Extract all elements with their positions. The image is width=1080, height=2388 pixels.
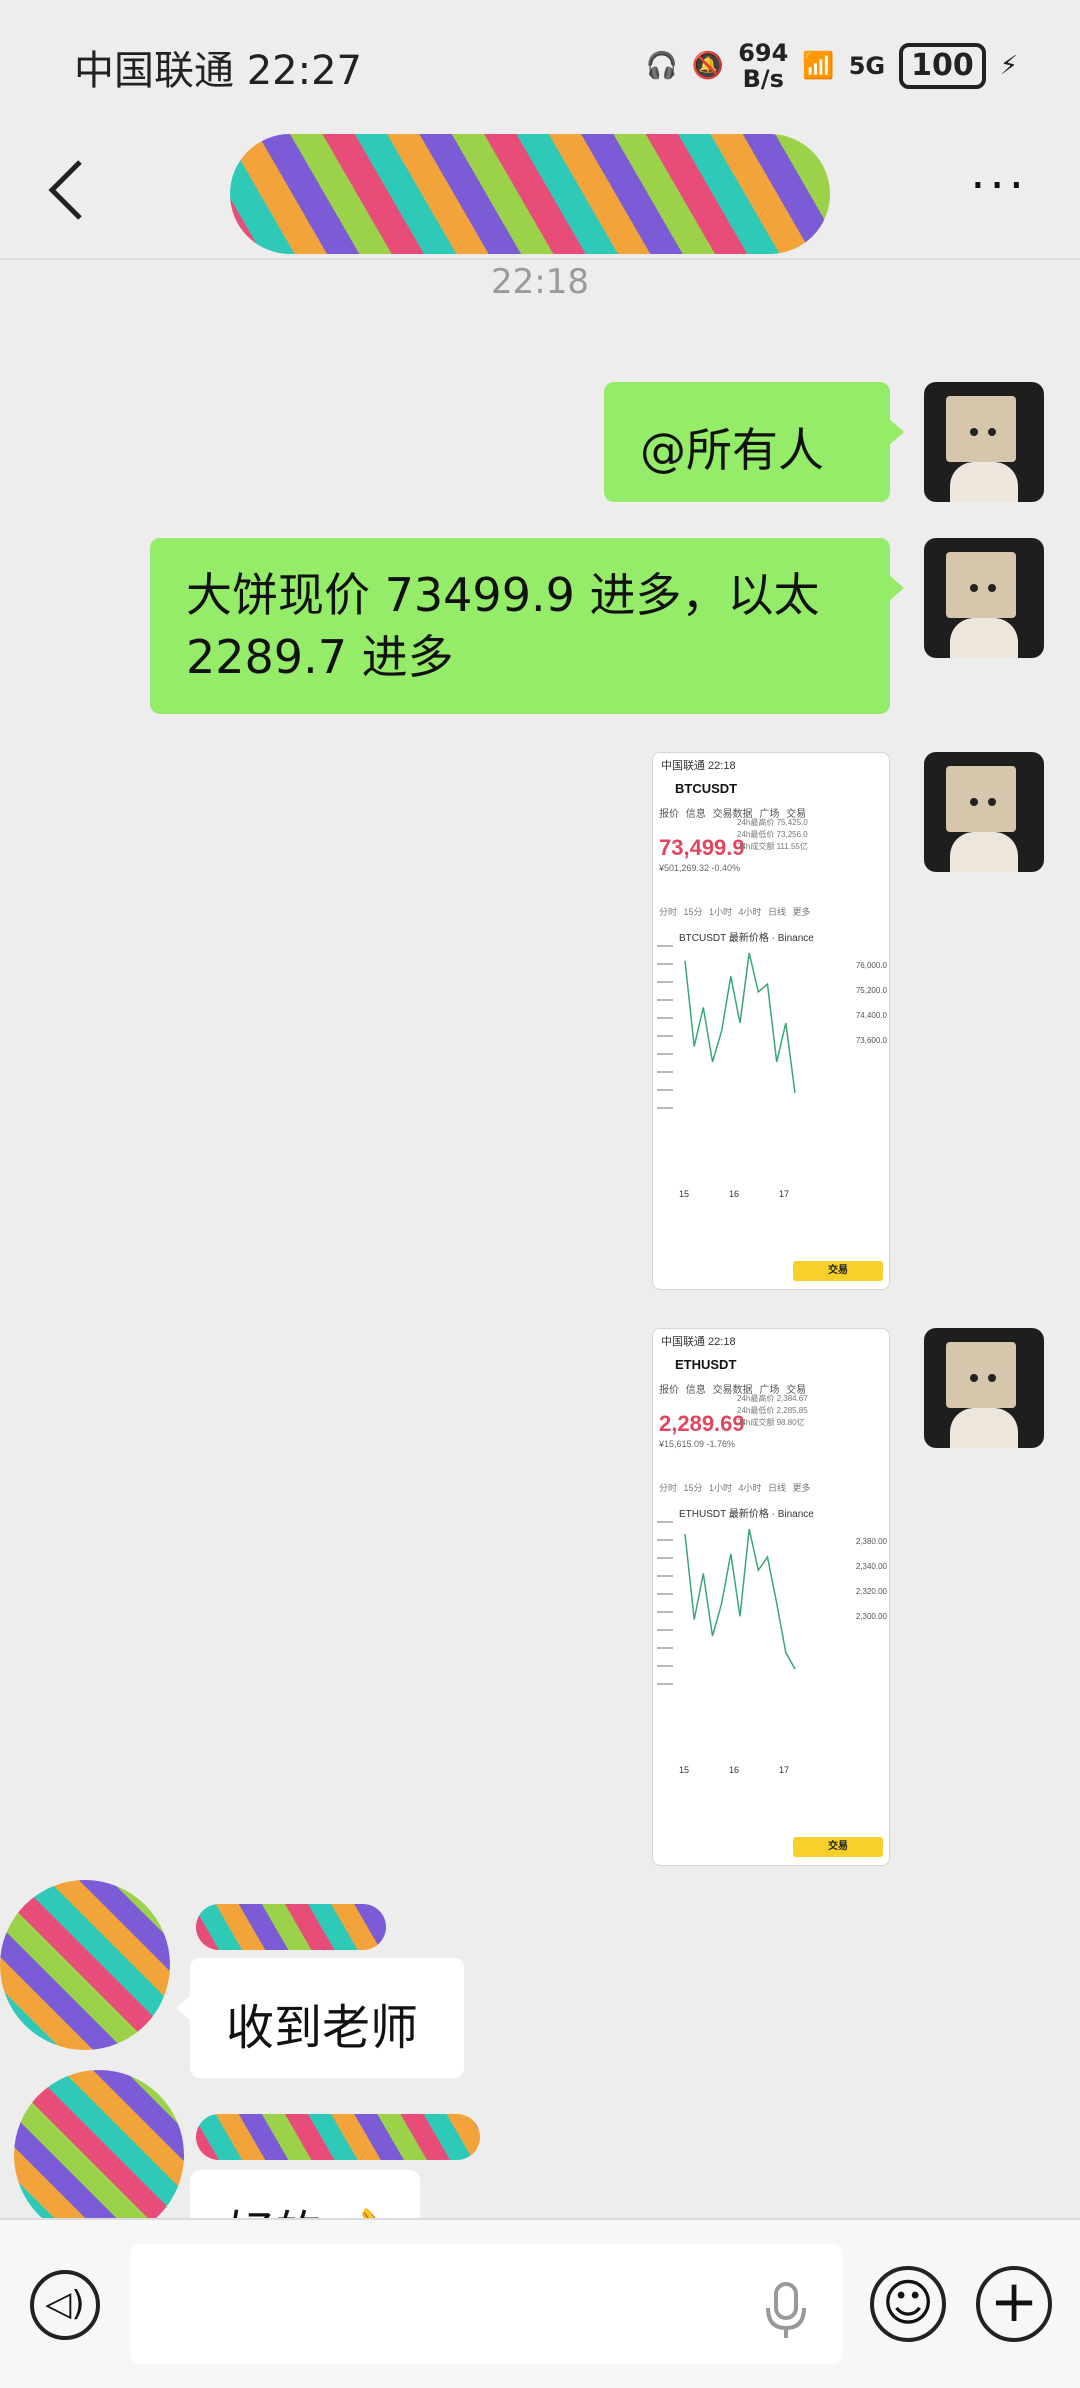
- my-avatar[interactable]: [924, 382, 1044, 502]
- price-chart: [684, 1528, 796, 1670]
- message-text: @所有人: [640, 423, 824, 477]
- status-icons: 🎧 🔕 694 B/s 📶 5G 100 ⚡: [645, 40, 1018, 92]
- input-bar: ◁) ☺ +: [0, 2218, 1080, 2388]
- emoji-icon[interactable]: ☺: [870, 2266, 946, 2342]
- wifi-icon: 📶: [802, 51, 835, 81]
- outgoing-message[interactable]: 大饼现价 73499.9 进多，以太 2289.7 进多: [150, 538, 904, 714]
- price-line: [684, 1528, 796, 1670]
- price-line: [684, 952, 796, 1094]
- message-text: 大饼现价 73499.9 进多，以太 2289.7 进多: [186, 568, 820, 684]
- network-speed: 694 B/s: [738, 39, 789, 93]
- microphone-icon[interactable]: [762, 2280, 810, 2340]
- image-message-btc[interactable]: 中国联通 22:18 BTCUSDT 报价 信息 交易数据 广场 交易 73,4…: [652, 752, 890, 1290]
- chart-title: ETHUSDT 最新价格 · Binance: [679, 1509, 814, 1520]
- my-avatar[interactable]: [924, 752, 1044, 872]
- voice-input-icon[interactable]: ◁): [30, 2270, 100, 2340]
- image-message-eth[interactable]: 中国联通 22:18 ETHUSDT 报价 信息 交易数据 广场 交易 2,28…: [652, 1328, 890, 1866]
- back-arrow-icon[interactable]: [44, 158, 90, 222]
- carrier-time: 中国联通 22:27: [74, 48, 362, 94]
- my-avatar[interactable]: [924, 1328, 1044, 1448]
- trade-button: 交易: [793, 1261, 883, 1281]
- sender-avatar-obscured[interactable]: [14, 2070, 184, 2240]
- pair-name: ETHUSDT: [675, 1357, 737, 1372]
- charging-icon: ⚡: [999, 51, 1018, 81]
- last-price: 73,499.9: [659, 835, 745, 860]
- incoming-message[interactable]: 收到老师: [176, 1958, 464, 2078]
- sender-name-obscured: [196, 2114, 480, 2160]
- sender-avatar-obscured[interactable]: [0, 1880, 170, 2050]
- network-type: 5G: [848, 52, 886, 80]
- plus-icon[interactable]: +: [976, 2266, 1052, 2342]
- status-bar: 中国联通 22:27 🎧 🔕 694 B/s 📶 5G 100 ⚡: [0, 0, 1080, 120]
- trade-button: 交易: [793, 1837, 883, 1857]
- chat-header: ···: [0, 120, 1080, 260]
- pair-name: BTCUSDT: [675, 781, 738, 796]
- last-price: 2,289.69: [659, 1411, 745, 1436]
- headphones-icon: 🎧: [645, 51, 678, 81]
- message-text: 收到老师: [226, 2000, 419, 2056]
- sender-name-obscured: [196, 1904, 386, 1950]
- more-options-icon[interactable]: ···: [970, 162, 1028, 210]
- my-avatar[interactable]: [924, 538, 1044, 658]
- outgoing-message[interactable]: @所有人: [604, 382, 904, 502]
- drawing-tools: [657, 1509, 673, 1699]
- price-chart: [684, 952, 796, 1094]
- battery-indicator: 100: [899, 43, 986, 89]
- chat-title-obscured: [230, 134, 830, 254]
- drawing-tools: [657, 933, 673, 1123]
- chart-title: BTCUSDT 最新价格 · Binance: [679, 933, 814, 944]
- message-input[interactable]: [130, 2244, 842, 2364]
- mute-icon: 🔕: [691, 51, 725, 81]
- message-timestamp: 22:18: [491, 262, 589, 302]
